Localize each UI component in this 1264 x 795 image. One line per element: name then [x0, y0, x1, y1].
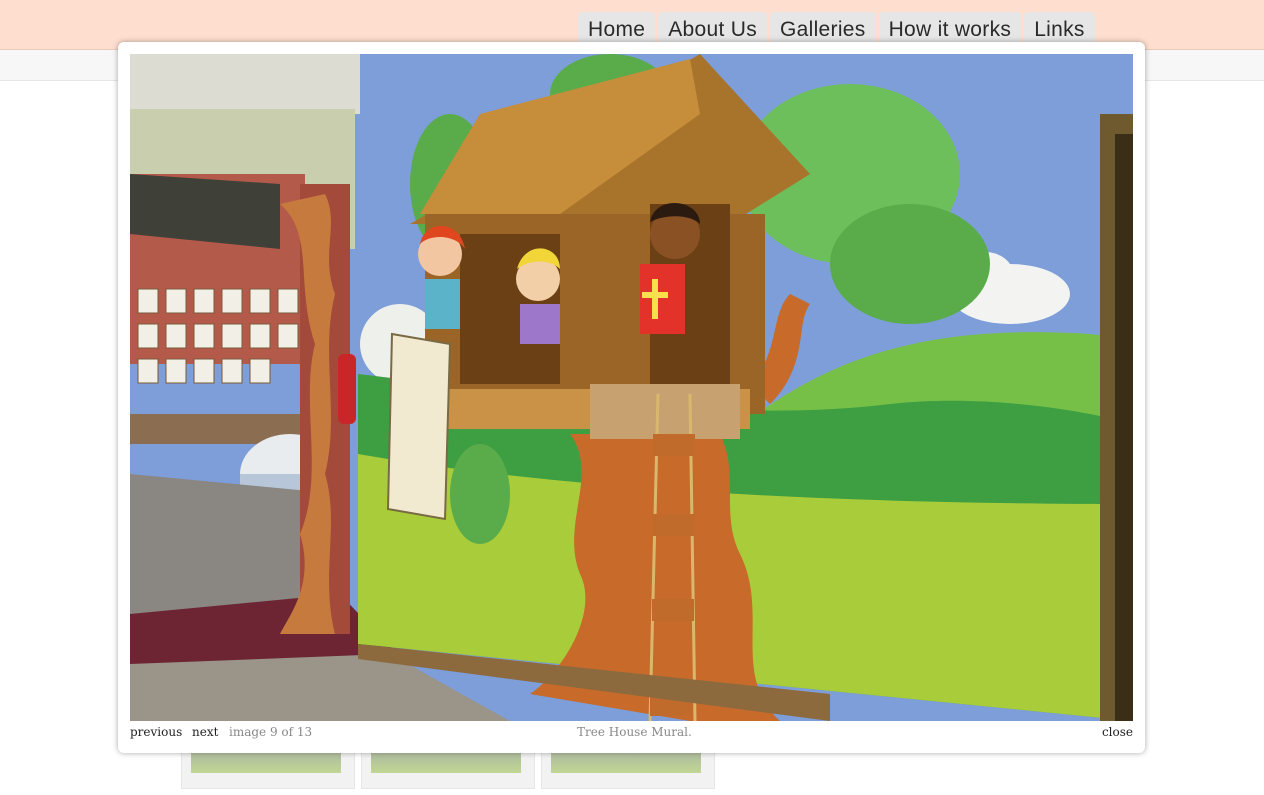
lightbox-photo: [130, 54, 1133, 721]
previous-link[interactable]: previous: [130, 725, 182, 739]
lightbox: previous next image 9 of 13 Tree House M…: [118, 42, 1145, 753]
image-caption: Tree House Mural.: [577, 725, 692, 739]
tree-house-mural-image: [130, 54, 1133, 721]
lightbox-footer: previous next image 9 of 13 Tree House M…: [130, 723, 1133, 745]
image-counter: image 9 of 13: [229, 725, 313, 739]
next-link[interactable]: next: [192, 725, 218, 739]
close-link[interactable]: close: [1102, 725, 1133, 739]
